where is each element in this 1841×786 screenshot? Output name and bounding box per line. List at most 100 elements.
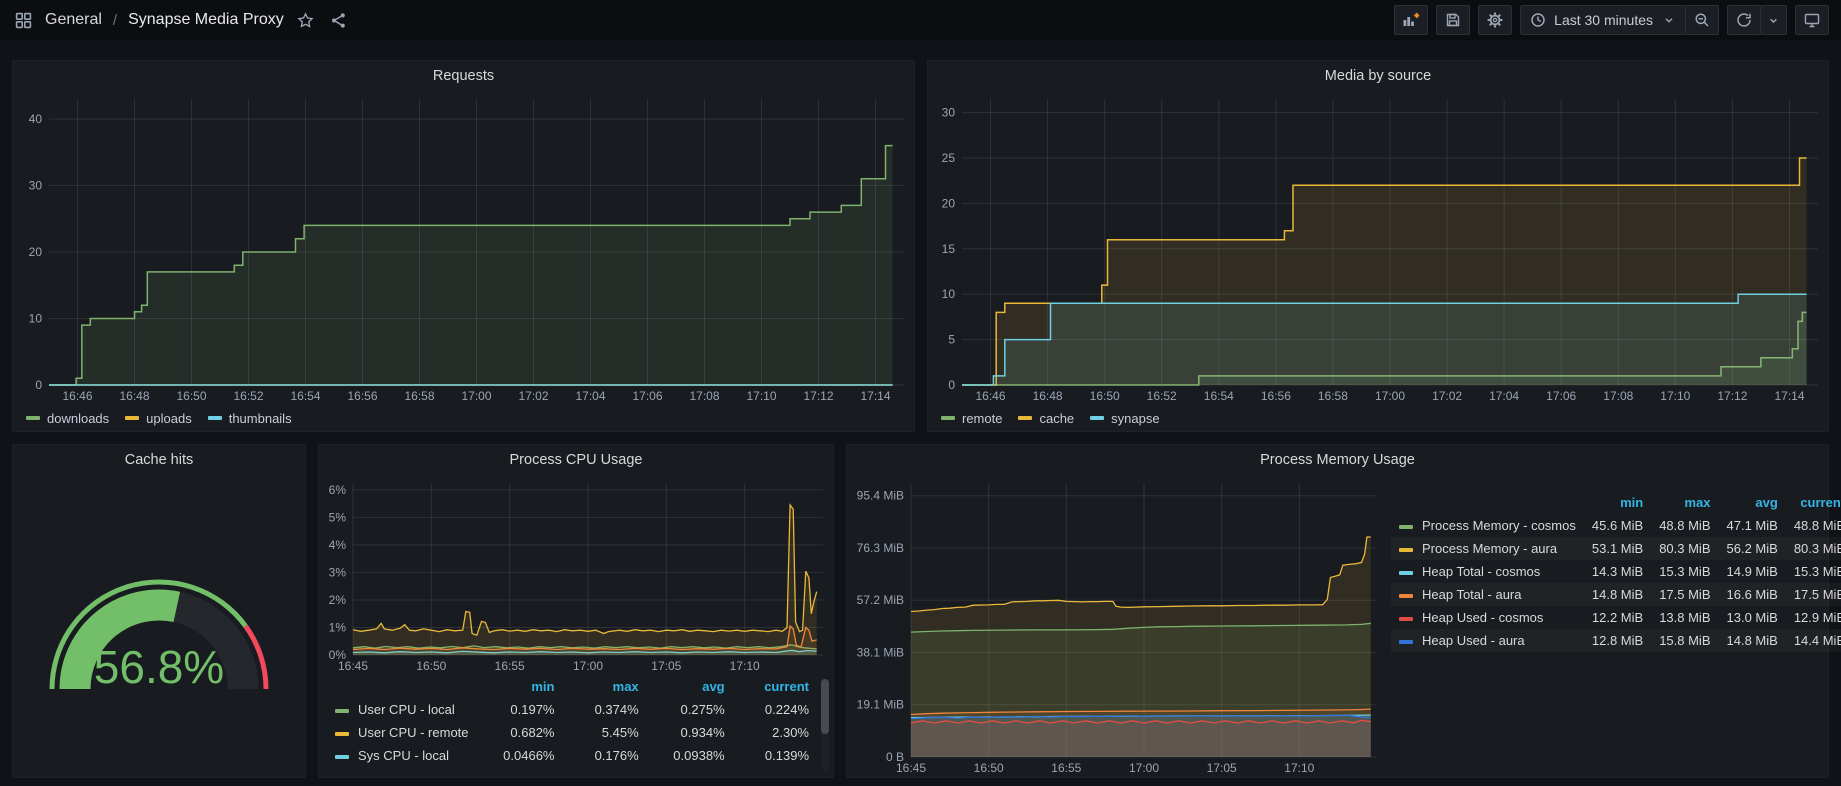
legend-stat-value: 17.5 MiB bbox=[1786, 583, 1841, 606]
y-axis-label: 30 bbox=[942, 106, 956, 120]
legend-stat-value: 48.8 MiB bbox=[1651, 514, 1718, 537]
legend-item-synapse[interactable]: synapse bbox=[1090, 411, 1159, 426]
legend-item-downloads[interactable]: downloads bbox=[26, 411, 109, 426]
legend-scrollbar-thumb[interactable] bbox=[821, 679, 829, 734]
legend-label[interactable]: remote bbox=[962, 411, 1002, 426]
save-icon bbox=[1445, 12, 1461, 28]
legend-series-name[interactable]: Process Memory - aura bbox=[1391, 537, 1584, 560]
panel-title-cache-hits[interactable]: Cache hits bbox=[13, 445, 305, 475]
refresh-icon bbox=[1736, 12, 1752, 28]
media-by-source-time-series-plot[interactable]: 05101520253016:4616:4816:5016:5216:5416:… bbox=[928, 91, 1828, 405]
breadcrumb-dashboard-title[interactable]: Synapse Media Proxy bbox=[128, 11, 284, 29]
legend-label[interactable]: thumbnails bbox=[229, 411, 292, 426]
legend-stat-header-current[interactable]: current bbox=[1786, 491, 1841, 514]
legend-swatch bbox=[1399, 525, 1413, 529]
legend-stat-value: 48.8 MiB bbox=[1786, 514, 1841, 537]
x-axis-label: 16:46 bbox=[975, 389, 1005, 403]
legend-stat-value: 0.0938% bbox=[647, 744, 733, 767]
legend-stat-header-max[interactable]: max bbox=[562, 675, 646, 698]
star-icon[interactable] bbox=[295, 9, 317, 31]
legend-stat-value: 56.2 MiB bbox=[1719, 537, 1786, 560]
legend-swatch bbox=[1399, 617, 1413, 621]
zoom-out-time-button[interactable] bbox=[1685, 5, 1719, 35]
x-axis-label: 17:06 bbox=[1546, 389, 1576, 403]
panel-title-requests[interactable]: Requests bbox=[13, 61, 914, 91]
legend-stat-value: 12.2 MiB bbox=[1584, 606, 1651, 629]
y-axis-label: 5% bbox=[329, 510, 347, 524]
time-range-picker[interactable]: Last 30 minutes bbox=[1520, 5, 1686, 35]
panel-title-media-by-source[interactable]: Media by source bbox=[928, 61, 1828, 91]
legend-stat-value: 15.8 MiB bbox=[1651, 629, 1718, 652]
legend-label[interactable]: Sys CPU - local bbox=[358, 748, 449, 763]
legend-label[interactable]: Heap Total - aura bbox=[1422, 587, 1522, 602]
legend-series-name[interactable]: Heap Total - cosmos bbox=[1391, 560, 1584, 583]
legend-label[interactable]: User CPU - remote bbox=[358, 725, 469, 740]
legend-stat-header-avg[interactable]: avg bbox=[647, 675, 733, 698]
x-axis-label: 16:50 bbox=[974, 761, 1004, 775]
add-panel-button[interactable] bbox=[1394, 5, 1428, 35]
legend-series-name[interactable]: User CPU - remote bbox=[327, 721, 477, 744]
legend-stat-value: 0.275% bbox=[647, 698, 733, 721]
legend-label[interactable]: synapse bbox=[1111, 411, 1159, 426]
x-axis-label: 16:52 bbox=[1147, 389, 1177, 403]
legend-stat-value: 0.224% bbox=[733, 698, 817, 721]
legend-series-name[interactable]: Process Memory - cosmos bbox=[1391, 514, 1584, 537]
legend-item-uploads[interactable]: uploads bbox=[125, 411, 192, 426]
legend-series-name[interactable]: User CPU - local bbox=[327, 698, 477, 721]
legend-label[interactable]: cache bbox=[1039, 411, 1074, 426]
legend-series-name[interactable]: Heap Total - aura bbox=[1391, 583, 1584, 606]
x-axis-label: 17:08 bbox=[689, 389, 719, 403]
legend-swatch bbox=[1399, 548, 1413, 552]
breadcrumb-section[interactable]: General bbox=[45, 11, 102, 29]
x-axis-label: 17:02 bbox=[518, 389, 548, 403]
requests-time-series-plot[interactable]: 01020304016:4616:4816:5016:5216:5416:561… bbox=[13, 91, 914, 405]
process-cpu-time-series-plot[interactable]: 0%1%2%3%4%5%6%16:4516:5016:5517:0017:051… bbox=[319, 475, 833, 675]
legend-stat-header-avg[interactable]: avg bbox=[1719, 491, 1786, 514]
legend-label[interactable]: Heap Total - cosmos bbox=[1422, 564, 1540, 579]
refresh-button[interactable] bbox=[1727, 5, 1761, 35]
legend-stat-value: 15.3 MiB bbox=[1786, 560, 1841, 583]
x-axis-label: 17:10 bbox=[1284, 761, 1314, 775]
legend-series-name[interactable]: Heap Used - cosmos bbox=[1391, 606, 1584, 629]
x-axis-label: 17:10 bbox=[746, 389, 776, 403]
legend-stat-header-max[interactable]: max bbox=[1651, 491, 1718, 514]
panel-title-process-cpu-usage[interactable]: Process CPU Usage bbox=[319, 445, 833, 475]
x-axis-label: 16:55 bbox=[495, 659, 525, 673]
legend-label[interactable]: Process Memory - cosmos bbox=[1422, 518, 1576, 533]
legend-stat-value: 2.30% bbox=[733, 721, 817, 744]
add-panel-icon bbox=[1402, 12, 1420, 28]
legend-label[interactable]: downloads bbox=[47, 411, 109, 426]
legend-label[interactable]: Heap Used - cosmos bbox=[1422, 610, 1543, 625]
x-axis-label: 17:12 bbox=[803, 389, 833, 403]
legend-item-thumbnails[interactable]: thumbnails bbox=[208, 411, 292, 426]
panel-media-by-source: Media by source 05101520253016:4616:4816… bbox=[927, 60, 1829, 432]
legend-stat-header-min[interactable]: min bbox=[1584, 491, 1651, 514]
cycle-view-mode-button[interactable] bbox=[1795, 5, 1829, 35]
x-axis-label: 16:54 bbox=[1204, 389, 1234, 403]
legend-stat-value: 0.374% bbox=[562, 698, 646, 721]
save-dashboard-button[interactable] bbox=[1436, 5, 1470, 35]
legend-label[interactable]: Process Memory - aura bbox=[1422, 541, 1557, 556]
process-memory-time-series-plot[interactable]: 0 B19.1 MiB38.1 MiB57.2 MiB76.3 MiB95.4 … bbox=[847, 475, 1387, 777]
refresh-interval-dropdown[interactable] bbox=[1760, 5, 1787, 35]
legend-stat-value: 45.6 MiB bbox=[1584, 514, 1651, 537]
y-axis-label: 38.1 MiB bbox=[857, 646, 904, 660]
legend-item-remote[interactable]: remote bbox=[941, 411, 1002, 426]
legend-series-name[interactable]: Sys CPU - local bbox=[327, 744, 477, 767]
x-axis-label: 16:45 bbox=[896, 761, 926, 775]
legend-stat-header-current[interactable]: current bbox=[733, 675, 817, 698]
share-icon[interactable] bbox=[328, 9, 350, 31]
legend-item-cache[interactable]: cache bbox=[1018, 411, 1074, 426]
legend-table-row: Sys CPU - local0.0466%0.176%0.0938%0.139… bbox=[327, 744, 817, 767]
legend-label[interactable]: Heap Used - aura bbox=[1422, 633, 1525, 648]
legend-scrollbar[interactable] bbox=[821, 679, 829, 771]
dashboards-grid-icon[interactable] bbox=[12, 9, 34, 31]
legend-stat-header-min[interactable]: min bbox=[477, 675, 563, 698]
legend-swatch bbox=[1090, 416, 1104, 420]
legend-series-name[interactable]: Heap Used - aura bbox=[1391, 629, 1584, 652]
panel-title-process-memory-usage[interactable]: Process Memory Usage bbox=[847, 445, 1828, 475]
legend-label[interactable]: User CPU - local bbox=[358, 702, 455, 717]
panel-requests: Requests 01020304016:4616:4816:5016:5216… bbox=[12, 60, 915, 432]
dashboard-settings-button[interactable] bbox=[1478, 5, 1512, 35]
legend-label[interactable]: uploads bbox=[146, 411, 192, 426]
